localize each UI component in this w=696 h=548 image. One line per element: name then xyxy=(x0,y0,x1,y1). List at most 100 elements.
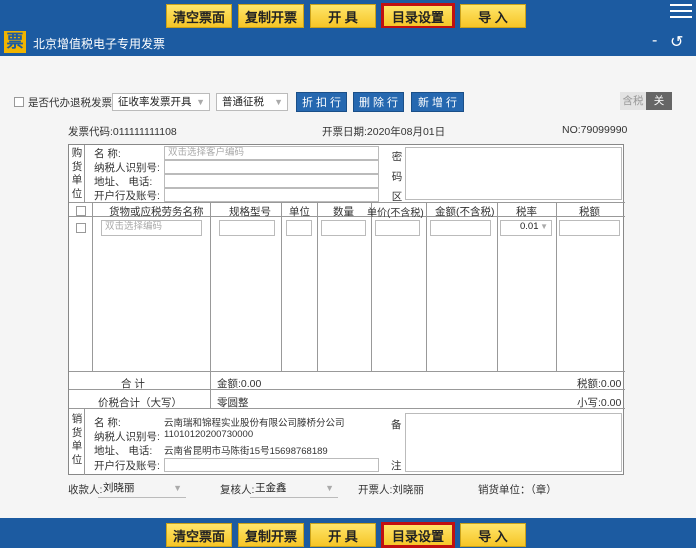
side-char: 销 xyxy=(71,413,83,425)
side-char: 购 xyxy=(71,147,83,159)
col-unit-price: 单价(不含税) xyxy=(367,208,424,219)
import-button[interactable]: 导 入 xyxy=(460,4,526,28)
side-char: 码 xyxy=(391,171,403,183)
chevron-down-icon: ▼ xyxy=(325,483,334,493)
side-char: 单 xyxy=(71,440,83,452)
tax-amount-input[interactable] xyxy=(559,220,620,236)
total-label: 合 计 xyxy=(121,378,145,390)
col-unit: 单位 xyxy=(289,206,310,218)
agent-refund-label: 是否代办退税发票 xyxy=(28,97,112,109)
seller-taxid-label: 纳税人识别号: xyxy=(94,431,160,443)
add-row-button[interactable]: 新 增 行 xyxy=(411,92,464,112)
goods-name-input[interactable]: 双击选择编码 xyxy=(101,220,202,236)
import-button[interactable]: 导 入 xyxy=(460,523,526,547)
tax-type-select[interactable]: 普通征税 ▼ xyxy=(216,93,288,111)
col-quantity: 数量 xyxy=(333,206,354,218)
collect-mode-select[interactable]: 征收率发票开具 ▼ xyxy=(112,93,210,111)
invoice-code: 发票代码:011111111108 xyxy=(68,126,177,138)
col-tax-rate: 税率 xyxy=(516,206,537,218)
drawer: 开票人:刘晓丽 xyxy=(358,484,424,496)
back-icon[interactable]: ↺ xyxy=(670,32,683,52)
invoice-number: NO:79099990 xyxy=(562,124,628,136)
seller-taxid: 11010120200730000 xyxy=(164,429,254,440)
issue-button[interactable]: 开 具 xyxy=(310,4,376,28)
cipher-area xyxy=(405,147,622,200)
side-char: 位 xyxy=(71,187,83,200)
catalog-settings-button[interactable]: 目录设置 xyxy=(381,3,455,29)
payee-value: 刘晓丽 xyxy=(103,482,135,494)
buyer-address-input[interactable] xyxy=(164,174,379,188)
side-char: 货 xyxy=(71,160,83,173)
spec-input[interactable] xyxy=(219,220,275,236)
grand-total-small: 小写:0.00 xyxy=(577,397,622,409)
clear-invoice-button[interactable]: 清空票面 xyxy=(166,4,232,28)
tax-inclusive-off: 关 xyxy=(646,92,672,110)
grand-total-words: 零圆整 xyxy=(217,397,249,409)
col-goods-name: 货物或应税劳务名称 xyxy=(109,206,204,218)
invoice-form: 购 货 单 位 名 称: 双击选择客户编码 纳税人识别号: 地址、 电话: 开户… xyxy=(68,144,625,475)
discount-row-button[interactable]: 折 扣 行 xyxy=(296,92,347,112)
agent-refund-checkbox[interactable] xyxy=(14,97,24,107)
invoice-date: 开票日期:2020年08月01日 xyxy=(322,126,446,138)
buyer-side-label: 购 货 单 位 xyxy=(71,147,83,201)
buyer-name-label: 名 称: xyxy=(94,148,121,160)
unit-price-input[interactable] xyxy=(375,220,420,236)
total-tax: 税额:0.00 xyxy=(577,378,622,390)
quantity-input[interactable] xyxy=(321,220,366,236)
buyer-bank-input[interactable] xyxy=(164,188,379,202)
seller-address: 云南省昆明市马陈街15号15698768189 xyxy=(164,446,328,457)
total-row xyxy=(69,371,625,390)
side-char: 位 xyxy=(71,453,83,466)
col-amount: 金额(不含税) xyxy=(435,206,495,218)
cipher-label: 密 码 区 xyxy=(391,147,403,207)
menu-icon[interactable] xyxy=(670,0,692,20)
chevron-down-icon: ▼ xyxy=(196,97,205,107)
title-bar: 票 北京增值税电子专用发票 - ↺ xyxy=(0,28,696,56)
delete-row-button[interactable]: 删 除 行 xyxy=(353,92,404,112)
minimize-icon[interactable]: - xyxy=(652,32,657,50)
total-amount: 金额:0.00 xyxy=(217,378,262,390)
invoice-logo: 票 xyxy=(4,31,26,53)
copy-invoice-button[interactable]: 复制开票 xyxy=(238,4,304,28)
seller-side-label: 销 货 单 位 xyxy=(71,413,83,467)
copy-invoice-button[interactable]: 复制开票 xyxy=(238,523,304,547)
seller-name: 云南瑞和锦程实业股份有限公司滕桥分公司 xyxy=(164,418,345,429)
buyer-address-label: 地址、 电话: xyxy=(94,176,153,188)
unit-input[interactable] xyxy=(286,220,312,236)
remark-label-top: 备 xyxy=(391,419,402,431)
tax-rate-value: 0.01 xyxy=(520,221,539,232)
catalog-settings-button[interactable]: 目录设置 xyxy=(381,522,455,548)
remark-label-bottom: 注 xyxy=(391,460,402,472)
seller-bank-input[interactable] xyxy=(164,458,379,472)
side-char: 密 xyxy=(391,151,403,163)
reviewer-value: 王金鑫 xyxy=(255,482,287,494)
issue-button[interactable]: 开 具 xyxy=(310,523,376,547)
chevron-down-icon: ▼ xyxy=(540,222,548,231)
select-all-checkbox[interactable] xyxy=(76,206,86,216)
bottom-toolbar: 清空票面 复制开票 开 具 目录设置 导 入 xyxy=(0,518,696,548)
buyer-taxid-label: 纳税人识别号: xyxy=(94,162,160,174)
tax-inclusive-label: 含税 xyxy=(620,92,646,110)
side-char: 货 xyxy=(71,426,83,439)
amount-input[interactable] xyxy=(430,220,491,236)
chevron-down-icon: ▼ xyxy=(274,97,283,107)
tax-type-value: 普通征税 xyxy=(222,96,264,108)
buyer-name-input[interactable]: 双击选择客户编码 xyxy=(164,146,379,160)
side-char: 单 xyxy=(71,174,83,186)
payee-select[interactable]: 刘晓丽 ▼ xyxy=(98,480,186,498)
options-row: 是否代办退税发票 征收率发票开具 ▼ 普通征税 ▼ 折 扣 行 删 除 行 新 增 … xyxy=(0,92,696,114)
tax-inclusive-toggle[interactable]: 含税 关 xyxy=(620,92,672,110)
seller-bank-label: 开户行及账号: xyxy=(94,460,160,472)
seller-name-label: 名 称: xyxy=(94,417,121,429)
reviewer-select[interactable]: 王金鑫 ▼ xyxy=(250,480,338,498)
buyer-taxid-input[interactable] xyxy=(164,160,379,174)
seller-unit-stamp: 销货单位：（章） xyxy=(478,484,557,496)
clear-invoice-button[interactable]: 清空票面 xyxy=(166,523,232,547)
seller-address-label: 地址、 电话: xyxy=(94,445,153,457)
remark-area[interactable] xyxy=(405,413,622,472)
row-checkbox[interactable] xyxy=(76,223,86,233)
tax-rate-select[interactable]: 0.01 ▼ xyxy=(500,220,552,236)
page-title: 北京增值税电子专用发票 xyxy=(33,37,166,51)
col-tax-amount: 税额 xyxy=(579,206,600,218)
grand-total-label: 价税合计（大写） xyxy=(98,397,182,409)
